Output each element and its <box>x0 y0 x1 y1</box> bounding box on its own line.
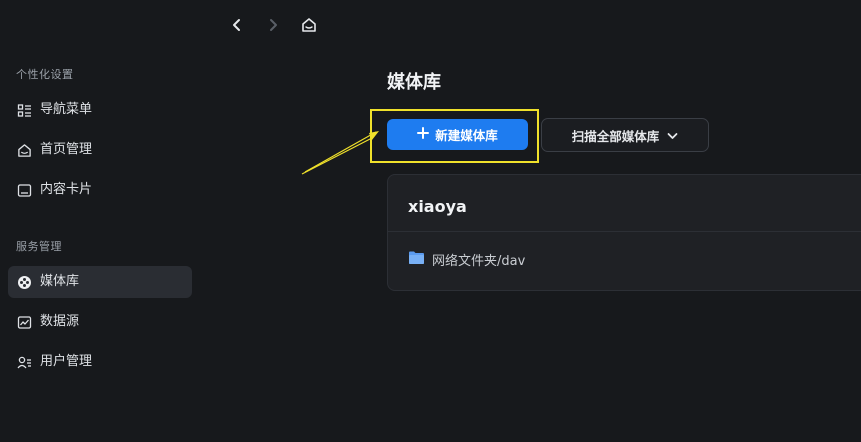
chevron-right-icon <box>267 18 279 32</box>
sidebar-item-nav-menu[interactable]: 导航菜单 <box>8 94 192 126</box>
back-button[interactable] <box>226 12 248 38</box>
top-navigation <box>226 12 320 38</box>
users-icon <box>16 354 32 370</box>
sidebar-item-data-source[interactable]: 数据源 <box>8 306 192 338</box>
scan-all-label: 扫描全部媒体库 <box>571 128 660 144</box>
sidebar: 个性化设置 导航菜单 首页管理 内容卡片 服务管理 媒体库 数据源 用户管理 <box>0 0 200 442</box>
sidebar-item-media-library[interactable]: 媒体库 <box>8 266 192 298</box>
home-icon <box>16 142 32 158</box>
chevron-down-icon <box>667 128 678 143</box>
sidebar-item-label: 媒体库 <box>40 274 80 289</box>
sidebar-item-user-manage[interactable]: 用户管理 <box>8 346 192 378</box>
library-name: xiaoya <box>408 197 467 216</box>
card-icon <box>16 182 32 198</box>
section-title-personalization: 个性化设置 <box>16 68 74 81</box>
film-reel-icon <box>16 274 32 290</box>
sidebar-item-home-manage[interactable]: 首页管理 <box>8 134 192 166</box>
library-card[interactable]: xiaoya 网络文件夹/dav <box>387 174 861 291</box>
page-title: 媒体库 <box>387 72 441 93</box>
scan-all-libraries-button[interactable]: 扫描全部媒体库 <box>541 118 709 152</box>
sidebar-item-label: 首页管理 <box>40 142 93 157</box>
chart-icon <box>16 314 32 330</box>
highlight-annotation-box <box>370 109 539 163</box>
home-button[interactable] <box>298 12 320 38</box>
sidebar-item-label: 用户管理 <box>40 354 93 369</box>
library-path-row: 网络文件夹/dav <box>408 250 525 269</box>
home-icon <box>301 17 317 33</box>
sidebar-item-label: 数据源 <box>40 314 80 329</box>
card-divider <box>388 231 861 232</box>
menu-list-icon <box>16 102 32 118</box>
chevron-left-icon <box>231 18 243 32</box>
section-title-service: 服务管理 <box>16 240 62 253</box>
folder-icon <box>408 250 425 269</box>
sidebar-item-content-card[interactable]: 内容卡片 <box>8 174 192 206</box>
forward-button[interactable] <box>262 12 284 38</box>
sidebar-item-label: 内容卡片 <box>40 182 93 197</box>
sidebar-item-label: 导航菜单 <box>40 102 93 117</box>
app-window: 个性化设置 导航菜单 首页管理 内容卡片 服务管理 媒体库 数据源 用户管理 媒… <box>0 0 861 442</box>
library-path: 网络文件夹/dav <box>432 254 526 269</box>
